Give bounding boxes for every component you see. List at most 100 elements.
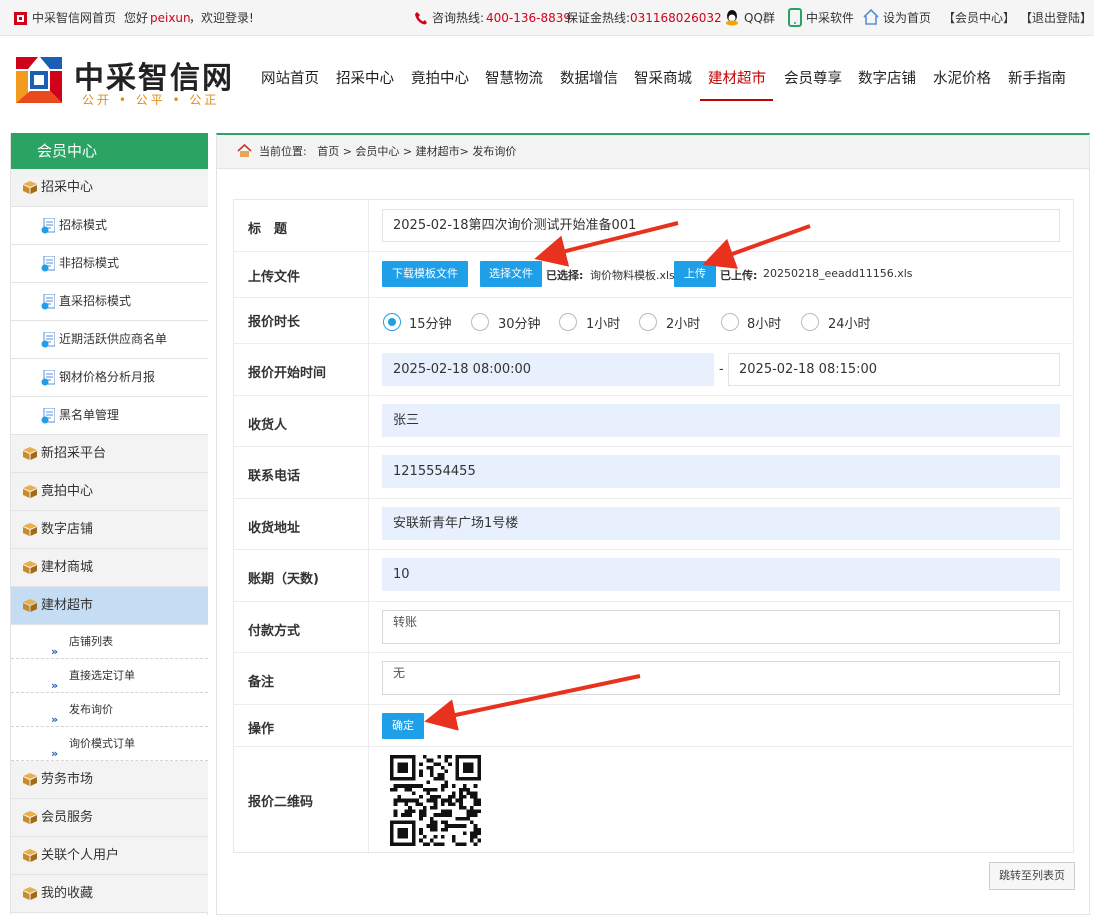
sidebar-sub-publish-inquiry[interactable]: » 发布询价 [11,693,208,727]
nav-digital-shop[interactable]: 数字店铺 [858,67,916,88]
qq-icon [726,10,738,26]
sidebar-item-auction-center[interactable]: 竟拍中心 [11,473,208,511]
nav-beginner-guide[interactable]: 新手指南 [1008,67,1066,88]
breadcrumb-path[interactable]: 首页 > 会员中心 > 建材超市> 发布询价 [317,145,516,158]
sidebar-item-building-mall[interactable]: 建材商城 [11,549,208,587]
box-icon [23,485,37,498]
row-upload: 上传文件 下载模板文件 选择文件 已选择: 询价物料模板.xls 上传 已上传:… [234,252,1073,298]
sidebar-sub-inquiry-orders[interactable]: » 询价模式订单 [11,727,208,761]
radio-30min[interactable] [471,313,489,331]
box-icon [23,447,37,460]
nav-tender-center[interactable]: 招采中心 [336,67,394,88]
sidebar-sub-steel-price-report[interactable]: 钢材价格分析月报 [11,359,208,397]
choose-file-button[interactable]: 选择文件 [480,261,542,287]
document-icon [41,256,55,272]
mobile-icon [788,8,802,27]
sidebar-sub-active-suppliers[interactable]: 近期活跃供应商名单 [11,321,208,359]
sidebar-item-label: 劳务市场 [41,772,94,787]
sidebar-sub-direct-order[interactable]: » 直接选定订单 [11,659,208,693]
start-time-input[interactable]: 2025-02-18 08:00:00 [382,353,714,386]
radio-2hour[interactable] [639,313,657,331]
radio-24hour-label: 24小时 [828,317,871,332]
payment-term-input[interactable]: 10 [382,558,1060,591]
qr-code-label: 报价二维码 [248,795,314,810]
title-input[interactable]: 2025-02-18第四次询价测试开始准备001 [382,209,1060,242]
sidebar-sub-shop-list[interactable]: » 店铺列表 [11,625,208,659]
box-icon [23,599,37,612]
radio-1hour[interactable] [559,313,577,331]
sidebar-item-label: 询价模式订单 [69,737,135,750]
radio-24hour[interactable] [801,313,819,331]
upload-button[interactable]: 上传 [674,261,716,287]
jump-to-list-button[interactable]: 跳转至列表页 [989,862,1075,890]
payment-term-label: 账期（天数) [248,572,319,587]
payment-method-textarea[interactable]: 转账 [382,610,1060,644]
sidebar-item-label: 数字店铺 [41,522,94,537]
box-icon [23,887,37,900]
member-center-link[interactable]: 【会员中心】 [943,0,1015,36]
payment-method-label: 付款方式 [248,624,301,639]
row-receiver: 收货人 张三 [234,396,1073,447]
nav-cement-price[interactable]: 水泥价格 [933,67,991,88]
upload-label: 上传文件 [248,270,301,285]
set-home-link[interactable]: 设为首页 [883,0,931,36]
confirm-button[interactable]: 确定 [382,713,424,739]
row-remark: 备注 无 [234,653,1073,705]
address-input[interactable]: 安联新青年广场1号楼 [382,507,1060,540]
sidebar-item-new-platform[interactable]: 新招采平台 [11,435,208,473]
radio-1hour-label: 1小时 [586,317,621,332]
radio-15min[interactable] [383,313,401,331]
document-icon [41,370,55,386]
chosen-label: 已选择: [546,269,584,282]
nav-member-vip[interactable]: 会员尊享 [784,67,842,88]
sidebar-item-label: 直采招标模式 [59,294,132,308]
software-link[interactable]: 中采软件 [806,0,854,36]
receiver-input[interactable]: 张三 [382,404,1060,437]
nav-smart-mall[interactable]: 智采商城 [634,67,692,88]
sidebar-sub-direct-tender-mode[interactable]: 直采招标模式 [11,283,208,321]
row-address: 收货地址 安联新青年广场1号楼 [234,499,1073,550]
brand-logo-icon[interactable] [14,55,64,105]
sidebar-item-digital-shop[interactable]: 数字店铺 [11,511,208,549]
sidebar-item-label: 会员服务 [41,810,94,825]
sidebar-title: 会员中心 [11,133,208,169]
nav-data-credit[interactable]: 数据增信 [560,67,618,88]
breadcrumb-label: 当前位置: [259,145,307,158]
hotline-label: 咨询热线: [432,11,485,25]
nav-home[interactable]: 网站首页 [261,67,319,88]
sidebar-sub-blacklist[interactable]: 黑名单管理 [11,397,208,435]
qq-group-link[interactable]: QQ群 [744,0,775,36]
sidebar-item-tender-center[interactable]: 招采中心 [11,169,208,207]
top-bar: 中采智信网首页 您好 peixun ，欢迎登录! 咨询热线: 400-136-8… [0,0,1094,36]
sidebar-item-label: 建材超市 [41,598,94,613]
nav-auction-center[interactable]: 竟拍中心 [411,67,469,88]
duration-label: 报价时长 [248,315,301,330]
row-qr-code: 报价二维码 [234,747,1073,854]
sidebar-item-favorites[interactable]: 我的收藏 [11,875,208,913]
remark-textarea[interactable]: 无 [382,661,1060,695]
sidebar-item-label: 近期活跃供应商名单 [59,332,168,346]
sidebar-item-linked-users[interactable]: 关联个人用户 [11,837,208,875]
download-template-button[interactable]: 下载模板文件 [382,261,468,287]
nav-building-supermarket[interactable]: 建材超市 [708,67,766,88]
radio-8hour[interactable] [721,313,739,331]
home-link[interactable]: 中采智信网首页 [32,0,116,36]
sidebar-item-label: 我的收藏 [41,886,94,901]
end-time-input[interactable]: 2025-02-18 08:15:00 [728,353,1060,386]
sidebar-item-member-service[interactable]: 会员服务 [11,799,208,837]
logout-link[interactable]: 【退出登陆】 [1020,0,1092,36]
username[interactable]: peixun [150,0,191,36]
sidebar-item-label: 非招标模式 [59,256,120,270]
row-start-time: 报价开始时间 2025-02-18 08:00:00 - 2025-02-18 … [234,344,1073,396]
box-icon [23,849,37,862]
phone-input[interactable]: 1215554455 [382,455,1060,488]
sidebar-item-labor-market[interactable]: 劳务市场 [11,761,208,799]
nav-smart-logistics[interactable]: 智慧物流 [485,67,543,88]
sidebar-sub-non-tender-mode[interactable]: 非招标模式 [11,245,208,283]
remark-label: 备注 [248,675,275,690]
document-icon [41,332,55,348]
box-icon [23,523,37,536]
sidebar-item-building-supermarket[interactable]: 建材超市 [11,587,208,625]
start-time-label: 报价开始时间 [248,366,327,381]
sidebar-sub-tender-mode[interactable]: 招标模式 [11,207,208,245]
